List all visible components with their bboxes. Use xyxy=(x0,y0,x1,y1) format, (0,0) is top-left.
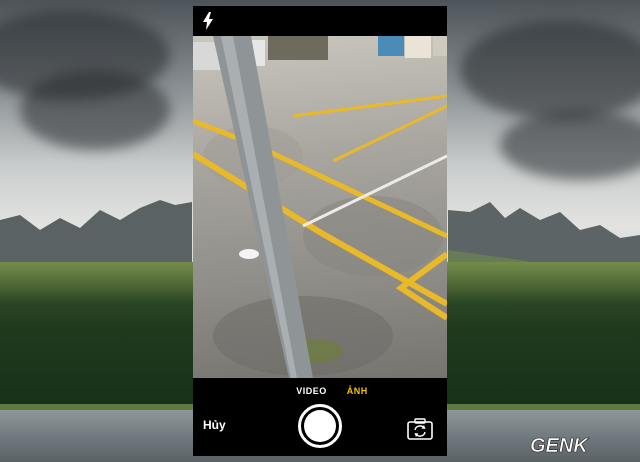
camera-controls: VIDEO ẢNH Hủy xyxy=(193,378,447,456)
genk-logo: GENK xyxy=(530,435,590,457)
mode-video[interactable]: VIDEO xyxy=(296,386,327,402)
watermark-text: GENK xyxy=(530,435,589,457)
flash-icon[interactable] xyxy=(201,12,215,30)
mode-photo[interactable]: ẢNH xyxy=(347,386,368,402)
camera-viewfinder[interactable] xyxy=(193,36,447,378)
camera-screen: VIDEO ẢNH Hủy xyxy=(193,6,447,456)
shutter-icon xyxy=(304,410,336,442)
viewfinder-scene xyxy=(193,36,447,378)
shutter-button[interactable] xyxy=(298,404,342,448)
camera-mode-selector: VIDEO ẢNH xyxy=(193,386,447,402)
camera-top-bar xyxy=(193,6,447,36)
camera-switch-icon[interactable] xyxy=(407,418,433,440)
cancel-button[interactable]: Hủy xyxy=(203,418,226,432)
